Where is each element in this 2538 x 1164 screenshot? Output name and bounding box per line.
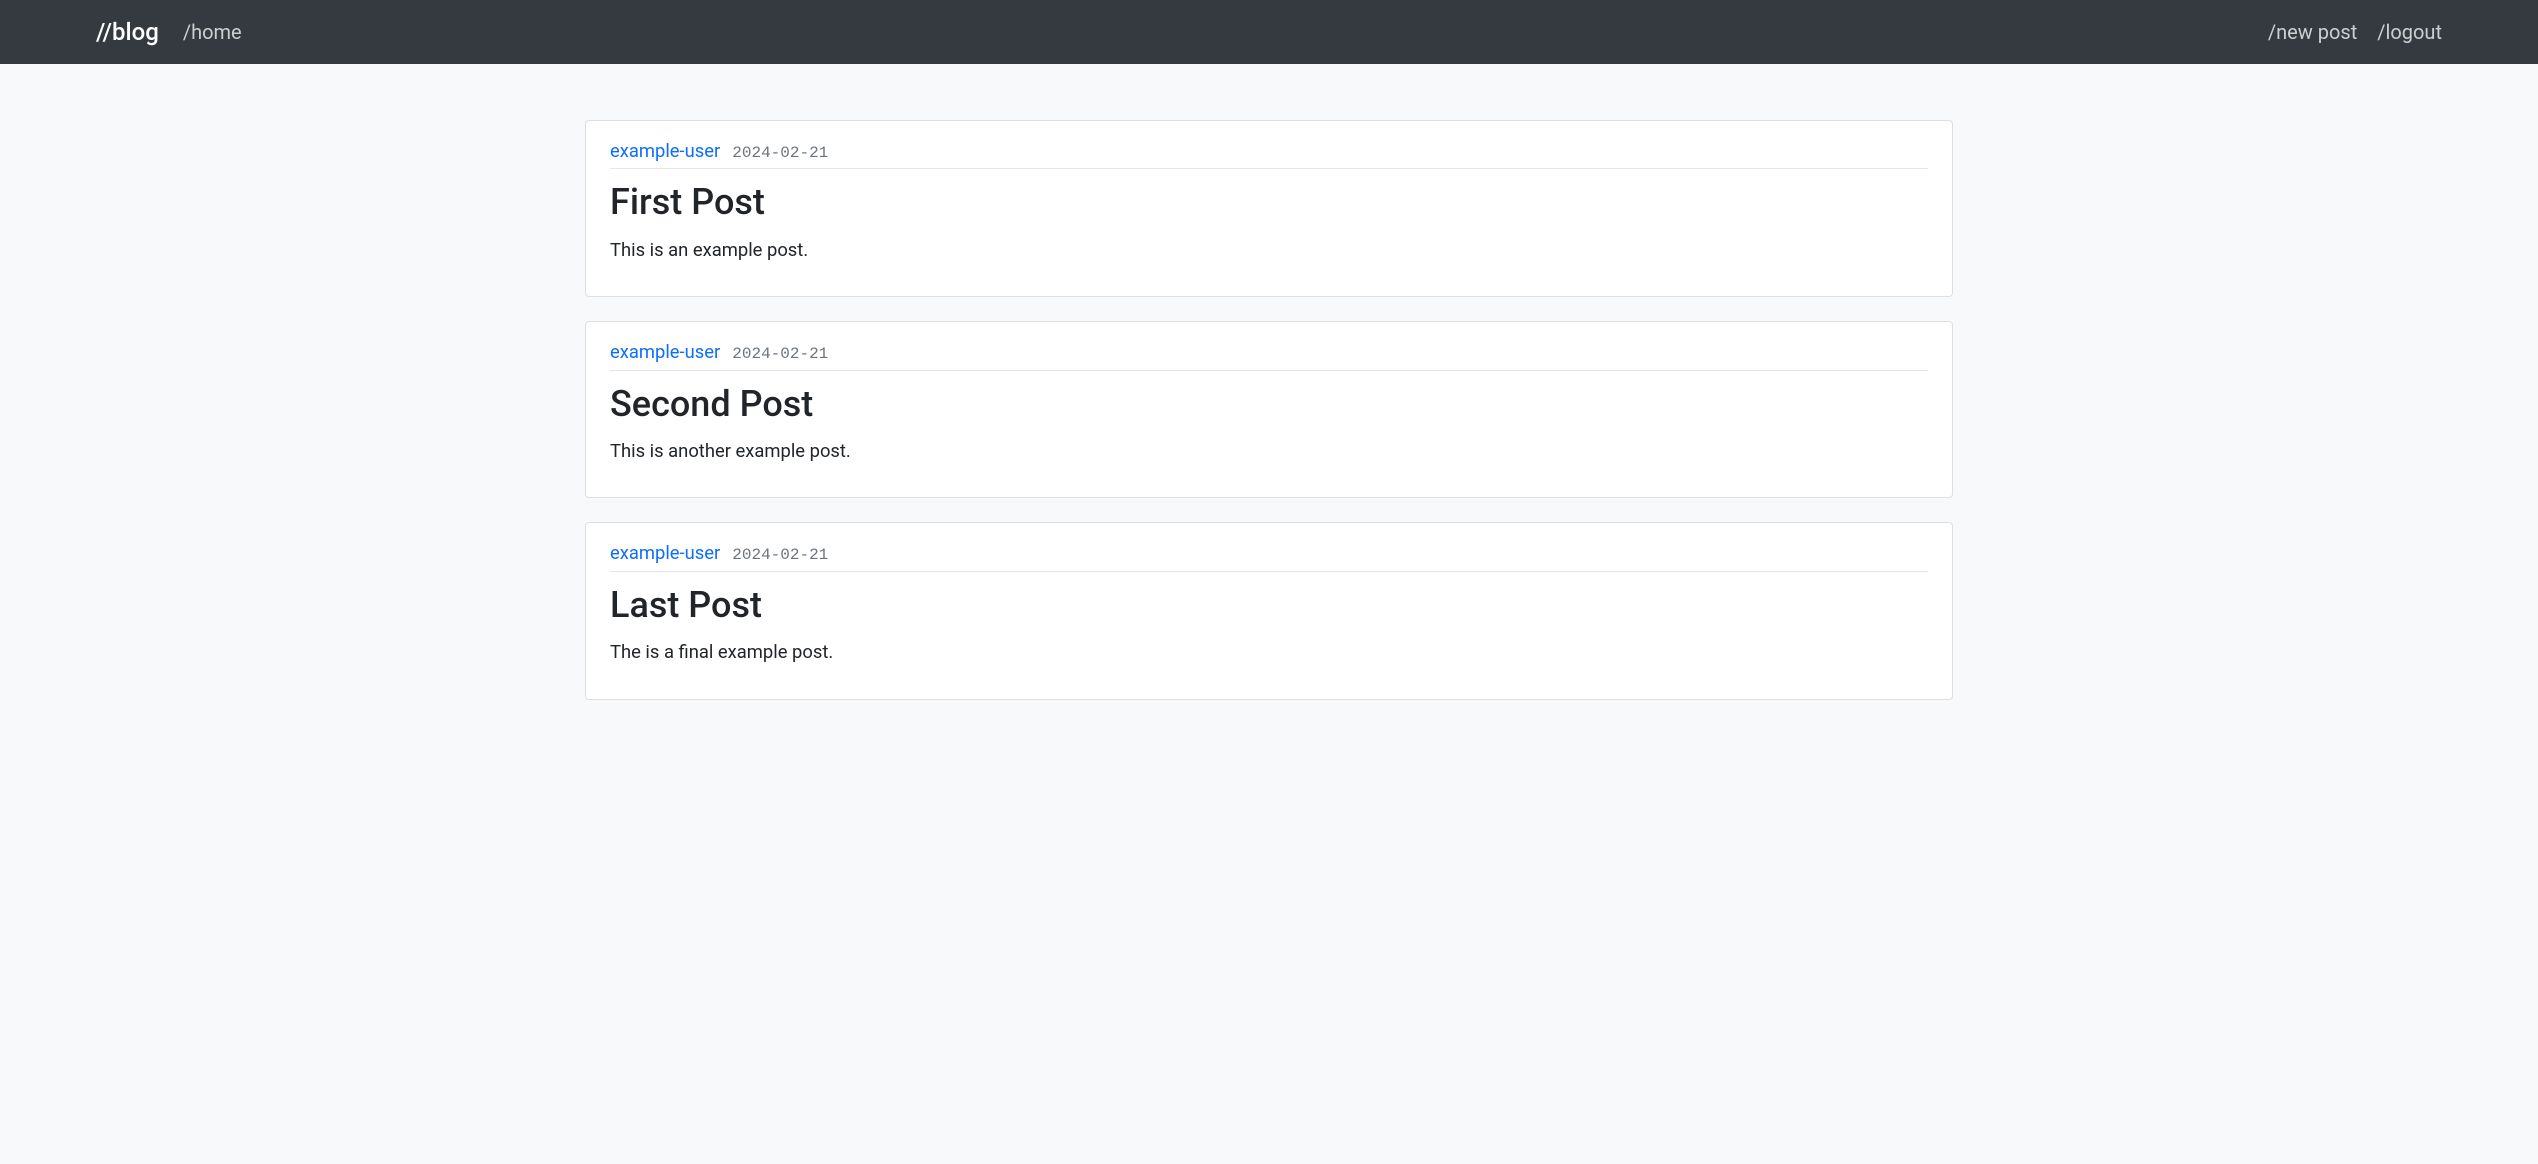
home-link[interactable]: /home — [183, 20, 242, 44]
post-author-link[interactable]: example-user — [610, 342, 720, 363]
navbar: //blog /home /new post /logout — [0, 0, 2538, 64]
logout-link[interactable]: /logout — [2377, 20, 2442, 44]
post-title: First Post — [610, 181, 1928, 224]
post-body: The is a final example post. — [610, 639, 1928, 667]
navbar-right: /new post /logout — [2268, 20, 2522, 44]
post-date: 2024-02-21 — [732, 345, 828, 363]
posts-container: example-user 2024-02-21 First Post This … — [569, 64, 1969, 740]
post-date: 2024-02-21 — [732, 144, 828, 162]
post-title: Second Post — [610, 383, 1928, 426]
navbar-left: //blog /home — [16, 18, 242, 46]
post-meta: example-user 2024-02-21 — [610, 141, 1928, 169]
post-date: 2024-02-21 — [732, 546, 828, 564]
post-title: Last Post — [610, 584, 1928, 627]
post-card: example-user 2024-02-21 First Post This … — [585, 120, 1953, 297]
post-author-link[interactable]: example-user — [610, 141, 720, 162]
post-body: This is an example post. — [610, 237, 1928, 265]
post-meta: example-user 2024-02-21 — [610, 342, 1928, 370]
post-card: example-user 2024-02-21 Second Post This… — [585, 321, 1953, 498]
post-card: example-user 2024-02-21 Last Post The is… — [585, 522, 1953, 699]
post-author-link[interactable]: example-user — [610, 543, 720, 564]
new-post-link[interactable]: /new post — [2268, 20, 2357, 44]
brand-link[interactable]: //blog — [96, 18, 159, 46]
post-meta: example-user 2024-02-21 — [610, 543, 1928, 571]
post-body: This is another example post. — [610, 438, 1928, 466]
